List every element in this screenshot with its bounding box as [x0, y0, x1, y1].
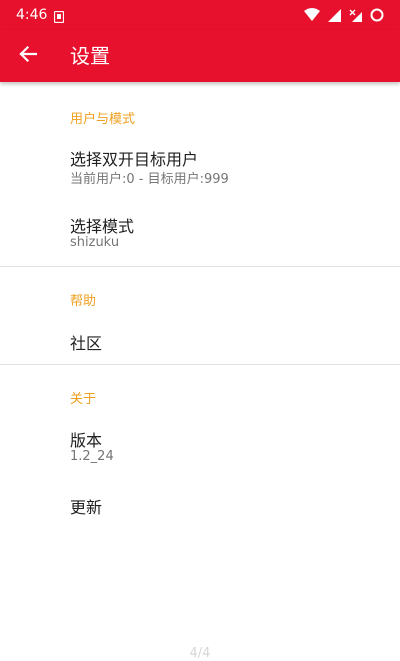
wifi-icon [304, 8, 320, 22]
pref-title: 选择模式 [70, 217, 135, 236]
app-bar: 设置 [0, 30, 400, 82]
battery-icon [370, 8, 384, 22]
status-time: 4:46 [16, 7, 48, 23]
signal-icon [328, 8, 341, 22]
pref-community[interactable]: 社区 [0, 314, 400, 364]
pref-update[interactable]: 更新 [0, 480, 400, 530]
pref-summary: 当前用户:0 - 目标用户:999 [70, 172, 229, 187]
page-title: 设置 [70, 44, 110, 68]
notification-icon [53, 8, 65, 24]
category-user-mode: 用户与模式 [70, 112, 136, 127]
section-divider [0, 364, 400, 365]
page-indicator: 4/4 [189, 646, 211, 661]
section-divider [0, 266, 400, 267]
pref-target-user[interactable]: 选择双开目标用户 当前用户:0 - 目标用户:999 [0, 134, 400, 190]
status-bar: 4:46 [0, 0, 400, 30]
arrow-left-icon [19, 45, 38, 67]
pref-title: 更新 [70, 498, 103, 517]
pref-version[interactable]: 版本 1.2_24 [0, 414, 400, 470]
no-signal-icon [349, 9, 362, 22]
pref-summary: 1.2_24 [70, 449, 114, 464]
status-icons [304, 6, 384, 24]
pref-summary: shizuku [70, 235, 120, 250]
pref-mode[interactable]: 选择模式 shizuku [0, 200, 400, 256]
pref-title: 版本 [70, 431, 103, 450]
pref-title: 社区 [70, 334, 103, 353]
category-about: 关于 [70, 392, 97, 407]
category-help: 帮助 [70, 294, 97, 309]
back-button[interactable] [10, 38, 46, 74]
pref-title: 选择双开目标用户 [70, 150, 199, 169]
